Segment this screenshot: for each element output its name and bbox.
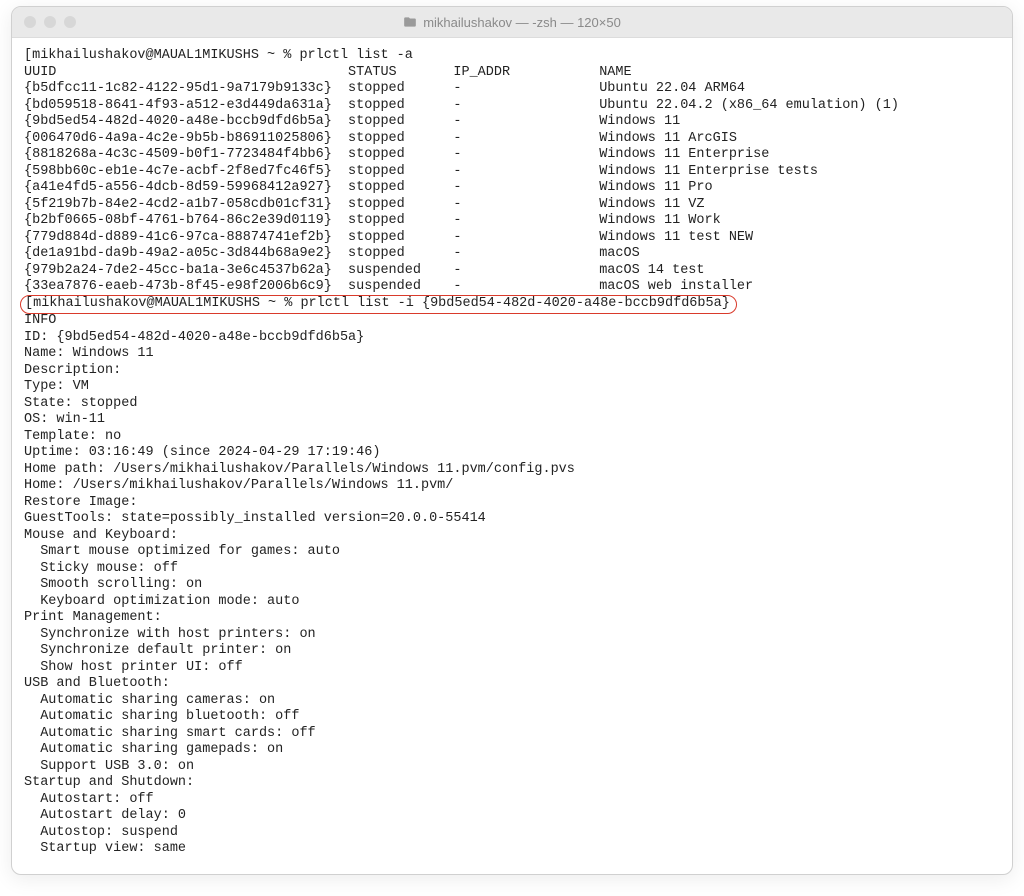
terminal-line: {b5dfcc11-1c82-4122-95d1-9a7179b9133c} s… bbox=[24, 81, 1000, 98]
minimize-dot[interactable] bbox=[44, 16, 56, 28]
close-dot[interactable] bbox=[24, 16, 36, 28]
terminal-line: Synchronize default printer: on bbox=[24, 643, 1000, 660]
terminal-line: Description: bbox=[24, 363, 1000, 380]
terminal-line: {9bd5ed54-482d-4020-a48e-bccb9dfd6b5a} s… bbox=[24, 114, 1000, 131]
highlighted-command: [mikhailushakov@MAUAL1MIKUSHS ~ % prlctl… bbox=[20, 295, 737, 315]
terminal-line: Sticky mouse: off bbox=[24, 561, 1000, 578]
terminal-line: Startup view: same bbox=[24, 841, 1000, 858]
folder-icon bbox=[403, 15, 417, 29]
terminal-line: State: stopped bbox=[24, 396, 1000, 413]
terminal-line: ID: {9bd5ed54-482d-4020-a48e-bccb9dfd6b5… bbox=[24, 330, 1000, 347]
terminal-line: GuestTools: state=possibly_installed ver… bbox=[24, 511, 1000, 528]
terminal-line: Type: VM bbox=[24, 379, 1000, 396]
terminal-line: Autostart: off bbox=[24, 792, 1000, 809]
terminal-line: UUID STATUS IP_ADDR NAME bbox=[24, 65, 1000, 82]
terminal-line: Smart mouse optimized for games: auto bbox=[24, 544, 1000, 561]
terminal-line-highlighted: [mikhailushakov@MAUAL1MIKUSHS ~ % prlctl… bbox=[24, 296, 1000, 314]
zoom-dot[interactable] bbox=[64, 16, 76, 28]
terminal-line: {a41e4fd5-a556-4dcb-8d59-59968412a927} s… bbox=[24, 180, 1000, 197]
terminal-line: Autostop: suspend bbox=[24, 825, 1000, 842]
terminal-line: [mikhailushakov@MAUAL1MIKUSHS ~ % prlctl… bbox=[24, 48, 1000, 65]
terminal-line: Support USB 3.0: on bbox=[24, 759, 1000, 776]
terminal-line: {bd059518-8641-4f93-a512-e3d449da631a} s… bbox=[24, 98, 1000, 115]
terminal-line: USB and Bluetooth: bbox=[24, 676, 1000, 693]
window-title: mikhailushakov — -zsh — 120×50 bbox=[423, 15, 621, 30]
terminal-line: {779d884d-d889-41c6-97ca-88874741ef2b} s… bbox=[24, 230, 1000, 247]
terminal-line: Smooth scrolling: on bbox=[24, 577, 1000, 594]
terminal-line: {33ea7876-eaeb-473b-8f45-e98f2006b6c9} s… bbox=[24, 279, 1000, 296]
terminal-line: Restore Image: bbox=[24, 495, 1000, 512]
title: mikhailushakov — -zsh — 120×50 bbox=[12, 15, 1012, 30]
terminal-line: Automatic sharing cameras: on bbox=[24, 693, 1000, 710]
terminal-line: Autostart delay: 0 bbox=[24, 808, 1000, 825]
terminal-line: Show host printer UI: off bbox=[24, 660, 1000, 677]
terminal-line: Automatic sharing smart cards: off bbox=[24, 726, 1000, 743]
terminal-line: Mouse and Keyboard: bbox=[24, 528, 1000, 545]
terminal-line: Uptime: 03:16:49 (since 2024-04-29 17:19… bbox=[24, 445, 1000, 462]
traffic-lights bbox=[24, 16, 76, 28]
terminal-line: Automatic sharing bluetooth: off bbox=[24, 709, 1000, 726]
terminal-line: INFO bbox=[24, 313, 1000, 330]
terminal-line: Keyboard optimization mode: auto bbox=[24, 594, 1000, 611]
terminal-line: {b2bf0665-08bf-4761-b764-86c2e39d0119} s… bbox=[24, 213, 1000, 230]
titlebar: mikhailushakov — -zsh — 120×50 bbox=[12, 7, 1012, 38]
terminal-window: mikhailushakov — -zsh — 120×50 [mikhailu… bbox=[11, 6, 1013, 875]
terminal-line: {de1a91bd-da9b-49a2-a05c-3d844b68a9e2} s… bbox=[24, 246, 1000, 263]
terminal-line: {979b2a24-7de2-45cc-ba1a-3e6c4537b62a} s… bbox=[24, 263, 1000, 280]
terminal-line: Automatic sharing gamepads: on bbox=[24, 742, 1000, 759]
terminal-line: Synchronize with host printers: on bbox=[24, 627, 1000, 644]
terminal-line: Home: /Users/mikhailushakov/Parallels/Wi… bbox=[24, 478, 1000, 495]
terminal-line: {598bb60c-eb1e-4c7e-acbf-2f8ed7fc46f5} s… bbox=[24, 164, 1000, 181]
terminal-line: {006470d6-4a9a-4c2e-9b5b-b86911025806} s… bbox=[24, 131, 1000, 148]
terminal-line: OS: win-11 bbox=[24, 412, 1000, 429]
terminal-line: {5f219b7b-84e2-4cd2-a1b7-058cdb01cf31} s… bbox=[24, 197, 1000, 214]
terminal-line: {8818268a-4c3c-4509-b0f1-7723484f4bb6} s… bbox=[24, 147, 1000, 164]
terminal-line: Print Management: bbox=[24, 610, 1000, 627]
terminal-line: Home path: /Users/mikhailushakov/Paralle… bbox=[24, 462, 1000, 479]
terminal-line: Startup and Shutdown: bbox=[24, 775, 1000, 792]
terminal-line: Template: no bbox=[24, 429, 1000, 446]
terminal-line: Name: Windows 11 bbox=[24, 346, 1000, 363]
terminal-output[interactable]: [mikhailushakov@MAUAL1MIKUSHS ~ % prlctl… bbox=[12, 38, 1012, 874]
